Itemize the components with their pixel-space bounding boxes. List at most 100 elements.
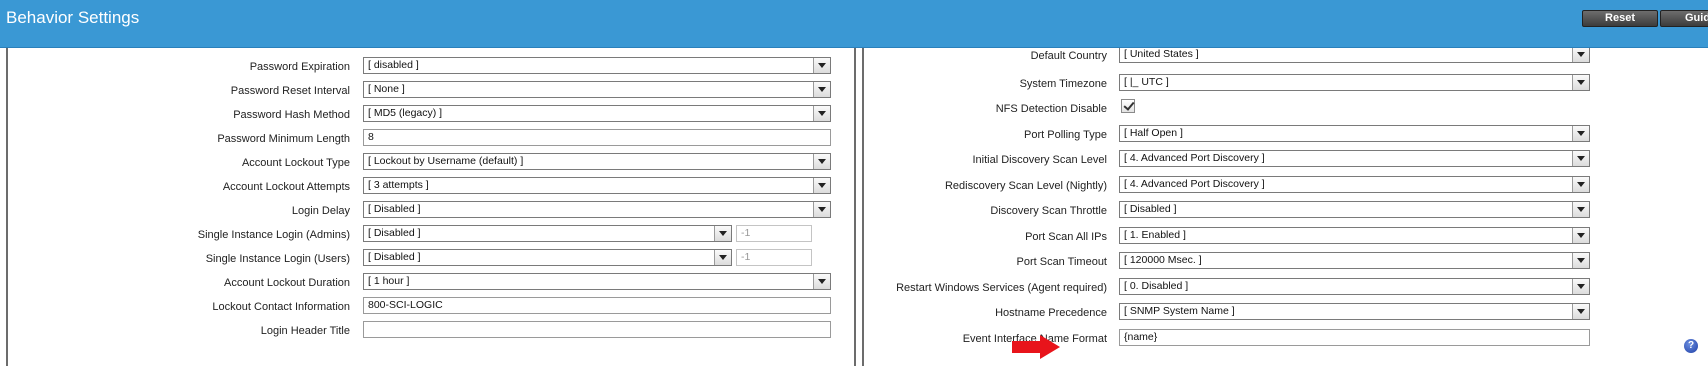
chevron-down-icon[interactable] xyxy=(813,154,830,169)
setting-label: Account Lockout Attempts xyxy=(222,181,350,193)
chevron-down-icon[interactable] xyxy=(714,226,731,241)
password-minimum-length-input[interactable]: 8 xyxy=(363,129,831,146)
setting-row-account-lockout-type: Account Lockout Type [ Lockout by Usernam… xyxy=(8,153,854,177)
account-lockout-type-select[interactable]: [ Lockout by Username (default) ] xyxy=(363,153,831,170)
right-panel: Default Country [ United States ] System T… xyxy=(862,48,1708,366)
select-value: [ 0. Disabled ] xyxy=(1124,279,1189,292)
select-value: [ SNMP System Name ] xyxy=(1124,305,1235,317)
restart-windows-services-agent-required-select[interactable]: [ 0. Disabled ] xyxy=(1119,277,1590,295)
setting-label: Initial Discovery Scan Level xyxy=(972,154,1107,166)
system-timezone-select[interactable]: [ |_ UTC ] xyxy=(1119,73,1590,91)
password-reset-interval-select[interactable]: [ None ] xyxy=(363,81,831,98)
help-icon[interactable]: ? xyxy=(1684,339,1698,353)
chevron-down-icon[interactable] xyxy=(813,58,830,73)
chevron-down-icon[interactable] xyxy=(1572,253,1589,268)
hostname-precedence-select[interactable]: [ SNMP System Name ] xyxy=(1119,303,1590,320)
chevron-down-icon[interactable] xyxy=(813,202,830,217)
select-value: [ 4. Advanced Port Discovery ] xyxy=(1124,152,1265,164)
guide-button[interactable]: Guide xyxy=(1660,10,1708,27)
chevron-down-icon[interactable] xyxy=(1572,176,1589,192)
setting-label: Default Country xyxy=(1030,50,1107,62)
select-value: [ MD5 (legacy) ] xyxy=(368,107,443,119)
setting-label: Discovery Scan Throttle xyxy=(990,205,1107,217)
port-polling-type-select[interactable]: [ Half Open ] xyxy=(1119,124,1590,142)
setting-row-port-scan-all-ips: Port Scan All IPs [ 1. Enabled ] xyxy=(864,226,1708,251)
setting-label: Single Instance Login (Users) xyxy=(205,253,350,265)
setting-row-login-header-title: Login Header Title xyxy=(8,321,854,345)
setting-row-password-minimum-length: Password Minimum Length 8 xyxy=(8,129,854,153)
chevron-down-icon[interactable] xyxy=(1572,74,1589,90)
chevron-down-icon[interactable] xyxy=(813,178,830,193)
setting-label: Port Scan All IPs xyxy=(1025,230,1107,243)
single-instance-login-users-select[interactable]: [ Disabled ] xyxy=(363,249,732,266)
setting-row-hostname-precedence: Hostname Precedence [ SNMP System Name ] xyxy=(864,303,1708,327)
password-hash-method-select[interactable]: [ MD5 (legacy) ] xyxy=(363,105,831,122)
discovery-scan-throttle-select[interactable]: [ Disabled ] xyxy=(1119,201,1590,218)
select-value: [ 1 hour ] xyxy=(368,275,410,287)
select-value: [ 120000 Msec. ] xyxy=(1124,254,1202,266)
chevron-down-icon[interactable] xyxy=(714,250,731,265)
setting-label: Password Minimum Length xyxy=(217,133,350,145)
setting-row-event-interface-name-format: Event Interface Name Format {name} xyxy=(864,328,1708,353)
event-interface-name-format-input[interactable]: {name} xyxy=(1119,328,1590,346)
chevron-down-icon[interactable] xyxy=(813,274,830,289)
chevron-down-icon[interactable] xyxy=(813,82,830,97)
chevron-down-icon[interactable] xyxy=(1572,125,1589,141)
setting-row-port-scan-timeout: Port Scan Timeout [ 120000 Msec. ] xyxy=(864,252,1708,276)
setting-row-password-reset-interval: Password Reset Interval [ None ] xyxy=(8,81,854,105)
setting-label: Port Polling Type xyxy=(1024,128,1107,141)
select-value: [ Lockout by Username (default) ] xyxy=(368,155,524,167)
select-value: [ Disabled ] xyxy=(1124,203,1177,215)
single-instance-login-admins-limit-input[interactable]: -1 xyxy=(736,225,812,242)
page-title: Behavior Settings xyxy=(6,8,140,27)
setting-label: Login Delay xyxy=(291,205,350,217)
select-value: [ Disabled ] xyxy=(368,203,421,215)
default-country-select[interactable]: [ United States ] xyxy=(1119,48,1590,63)
setting-row-account-lockout-duration: Account Lockout Duration [ 1 hour ] xyxy=(8,273,854,297)
lockout-contact-information-input[interactable]: 800-SCI-LOGIC xyxy=(363,297,831,314)
login-delay-select[interactable]: [ Disabled ] xyxy=(363,201,831,218)
select-value: [ disabled ] xyxy=(368,59,419,71)
setting-row-port-polling-type: Port Polling Type [ Half Open ] xyxy=(864,124,1708,149)
nfs-detection-disable-checkbox[interactable] xyxy=(1121,99,1135,113)
select-value: [ 4. Advanced Port Discovery ] xyxy=(1124,177,1265,190)
chevron-down-icon[interactable] xyxy=(1572,227,1589,243)
port-scan-all-ips-select[interactable]: [ 1. Enabled ] xyxy=(1119,226,1590,244)
account-lockout-duration-select[interactable]: [ 1 hour ] xyxy=(363,273,831,290)
initial-discovery-scan-level-select[interactable]: [ 4. Advanced Port Discovery ] xyxy=(1119,150,1590,167)
select-value: [ Disabled ] xyxy=(368,227,421,239)
chevron-down-icon[interactable] xyxy=(1572,48,1589,62)
chevron-down-icon[interactable] xyxy=(1572,304,1589,319)
account-lockout-attempts-select[interactable]: [ 3 attempts ] xyxy=(363,177,831,194)
password-expiration-select[interactable]: [ disabled ] xyxy=(363,57,831,74)
select-value: [ Half Open ] xyxy=(1124,126,1183,139)
chevron-down-icon[interactable] xyxy=(1572,151,1589,166)
chevron-down-icon[interactable] xyxy=(1572,278,1589,294)
single-instance-login-admins-select[interactable]: [ Disabled ] xyxy=(363,225,732,242)
setting-label: Password Expiration xyxy=(249,61,350,73)
setting-row-account-lockout-attempts: Account Lockout Attempts [ 3 attempts ] xyxy=(8,177,854,201)
port-scan-timeout-select[interactable]: [ 120000 Msec. ] xyxy=(1119,252,1590,269)
select-value: [ United States ] xyxy=(1124,48,1199,60)
setting-row-system-timezone: System Timezone [ |_ UTC ] xyxy=(864,73,1708,98)
select-value: [ Disabled ] xyxy=(368,251,421,263)
select-value: [ None ] xyxy=(368,83,405,95)
setting-label: Password Reset Interval xyxy=(230,85,350,97)
setting-row-password-hash-method: Password Hash Method [ MD5 (legacy) ] xyxy=(8,105,854,129)
setting-label: Account Lockout Duration xyxy=(224,277,350,289)
setting-row-default-country: Default Country [ United States ] xyxy=(864,48,1708,70)
reset-button[interactable]: Reset xyxy=(1582,10,1658,27)
select-value: [ |_ UTC ] xyxy=(1124,75,1169,88)
setting-row-rediscovery-scan-level-nightly: Rediscovery Scan Level (Nightly) [ 4. Adv… xyxy=(864,175,1708,200)
setting-row-initial-discovery-scan-level: Initial Discovery Scan Level [ 4. Advance… xyxy=(864,150,1708,174)
select-value: [ 3 attempts ] xyxy=(368,179,429,191)
left-panel: Password Expiration [ disabled ] Password … xyxy=(6,48,856,366)
rediscovery-scan-level-nightly-select[interactable]: [ 4. Advanced Port Discovery ] xyxy=(1119,175,1590,193)
setting-label: Login Header Title xyxy=(260,325,350,337)
login-header-title-input[interactable] xyxy=(363,321,831,338)
chevron-down-icon[interactable] xyxy=(1572,202,1589,217)
chevron-down-icon[interactable] xyxy=(813,106,830,121)
setting-label: Account Lockout Type xyxy=(241,157,350,169)
single-instance-login-users-limit-input[interactable]: -1 xyxy=(736,249,812,266)
setting-row-single-instance-login-users: Single Instance Login (Users) [ Disabled … xyxy=(8,249,854,273)
